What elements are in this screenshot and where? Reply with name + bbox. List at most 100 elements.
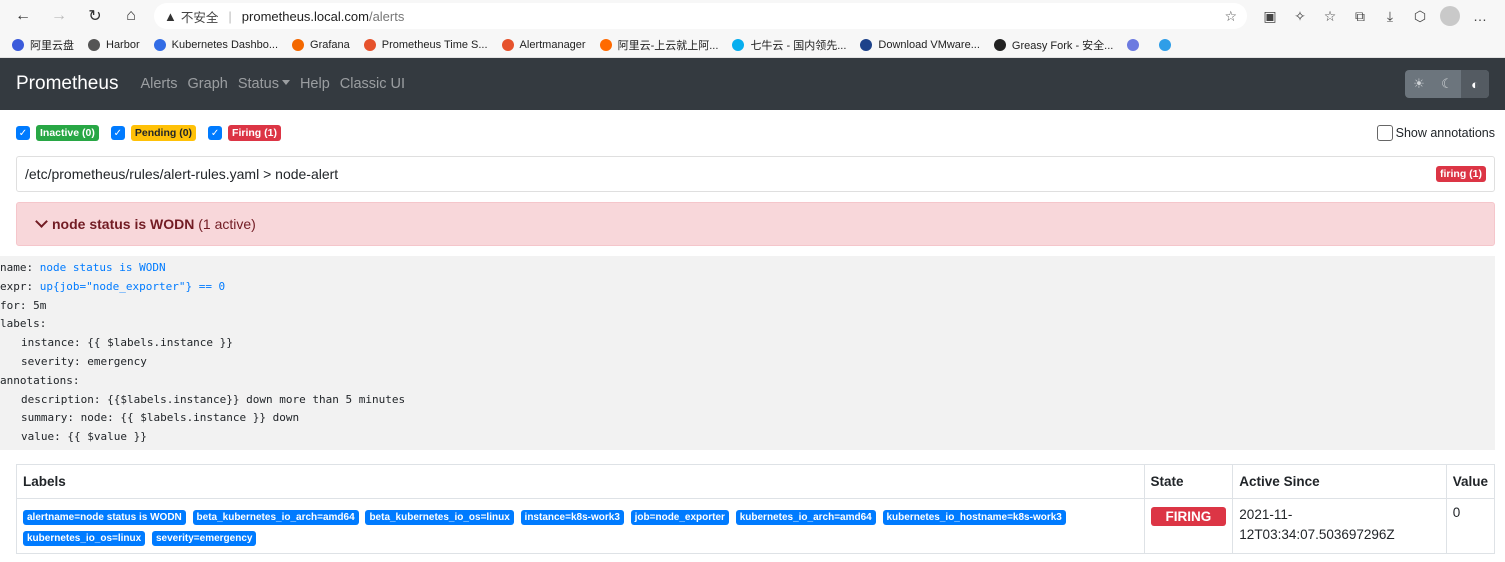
bookmark-favicon-icon (12, 38, 24, 51)
state-filters: ✓ Inactive (0) ✓ Pending (0) ✓ Firing (1… (16, 110, 1495, 156)
bookmark-item[interactable]: 阿里云-上云就上阿... (599, 37, 719, 53)
bookmark-item[interactable]: 阿里云盘 (12, 37, 74, 53)
show-annotations-toggle[interactable]: Show annotations (1376, 125, 1495, 141)
browser-toolbar: ← → ↻ ⌂ ▲ 不安全 | prometheus.local.com/ale… (0, 0, 1505, 32)
bookmark-item[interactable]: 七牛云 - 国内领先... (732, 37, 846, 53)
favorite-star-icon[interactable]: ☆ (1224, 8, 1237, 25)
table-header-row: Labels State Active Since Value (16, 463, 1496, 499)
header-state: State (1143, 463, 1234, 499)
nav-alerts[interactable]: Alerts (140, 76, 177, 92)
filter-pending[interactable]: ✓ Pending (0) (110, 125, 197, 141)
url-separator: | (228, 8, 232, 24)
alert-value-cell: 0 (1445, 497, 1496, 554)
alert-label-badge: beta_kubernetes_io_os=linux (365, 509, 514, 525)
bookmark-favicon-icon (88, 38, 100, 51)
alert-label-badge: severity=emergency (151, 530, 257, 546)
nav-graph[interactable]: Graph (188, 76, 228, 92)
bookmark-label: Grafana (310, 38, 350, 51)
alerts-page: ✓ Inactive (0) ✓ Pending (0) ✓ Firing (1… (0, 110, 1505, 554)
bookmark-item[interactable]: Grafana (292, 38, 350, 51)
inactive-badge: Inactive (0) (36, 125, 99, 141)
pending-badge: Pending (0) (130, 125, 197, 141)
bookmark-favicon-icon (501, 38, 514, 51)
bookmark-label: Harbor (106, 38, 140, 51)
active-alerts-table: Labels State Active Since Value alertnam… (16, 463, 1496, 554)
nav-status-dropdown[interactable]: Status (238, 76, 290, 92)
feedback-icon[interactable]: ⬡ (1405, 3, 1435, 29)
nav-status-label: Status (237, 76, 279, 92)
rule-group-firing-badge: firing (1) (1436, 166, 1486, 182)
more-menu-icon[interactable]: … (1465, 3, 1495, 29)
dark-theme-icon[interactable]: ☾ (1433, 70, 1461, 98)
download-icon[interactable]: ⤓ (1375, 3, 1405, 29)
bookmark-item[interactable]: Kubernetes Dashbo... (153, 38, 278, 51)
address-bar[interactable]: ▲ 不安全 | prometheus.local.com/alerts ☆ (154, 3, 1247, 29)
rule-annotations-line: annotations: (0, 373, 80, 387)
collections-icon[interactable]: ⧉ (1345, 3, 1375, 29)
show-annotations-checkbox[interactable] (1376, 125, 1393, 141)
bookmark-favicon-icon (860, 38, 873, 51)
bookmark-item[interactable]: Prometheus Time S... (363, 38, 488, 51)
nav-help[interactable]: Help (300, 76, 330, 92)
show-annotations-label: Show annotations (1395, 126, 1495, 140)
bookmark-favicon-icon (993, 38, 1006, 51)
brand-link[interactable]: Prometheus (16, 73, 118, 95)
header-value: Value (1445, 463, 1496, 499)
rule-expr-link[interactable]: up{job="node_exporter"} == 0 (40, 280, 225, 293)
home-icon[interactable]: ⌂ (118, 3, 144, 29)
alert-label-badge: instance=k8s-work3 (520, 509, 624, 525)
rule-expr-line: expr: up{job="node_exporter"} == 0 (0, 278, 1495, 297)
state-badge: FIRING (1150, 506, 1227, 526)
alert-label-badge: job=node_exporter (630, 509, 729, 525)
bookmark-item[interactable] (1159, 38, 1177, 51)
forward-icon[interactable]: → (46, 3, 72, 29)
chevron-down-icon (35, 215, 48, 228)
bookmark-item[interactable]: Greasy Fork - 安全... (993, 37, 1113, 53)
checkbox-checked-icon[interactable]: ✓ (110, 126, 125, 140)
url-host: prometheus.local.com (241, 8, 369, 24)
bookmark-favicon-icon (732, 38, 745, 51)
rule-group-header: /etc/prometheus/rules/alert-rules.yaml >… (16, 156, 1495, 192)
nav-classic-ui[interactable]: Classic UI (340, 76, 405, 92)
profile-avatar[interactable] (1435, 3, 1465, 29)
filter-firing[interactable]: ✓ Firing (1) (208, 125, 281, 141)
puzzle-icon[interactable]: ✧ (1285, 3, 1315, 29)
alert-label-badge: kubernetes_io_os=linux (23, 530, 146, 546)
rule-name-line: name: node status is WODN (0, 259, 1495, 278)
table-row: alertname=node status is WODN beta_kuber… (16, 497, 1496, 554)
checkbox-checked-icon[interactable]: ✓ (16, 126, 30, 140)
bookmark-favicon-icon (153, 38, 166, 51)
refresh-icon[interactable]: ↻ (82, 3, 108, 29)
bookmark-label: 阿里云-上云就上阿... (617, 39, 719, 52)
rule-definition: name: node status is WODN expr: up{job="… (0, 256, 1495, 450)
bookmark-item[interactable]: Alertmanager (501, 38, 586, 51)
url-path: /alerts (368, 8, 405, 24)
alert-label-badge: beta_kubernetes_io_arch=amd64 (192, 509, 359, 525)
light-theme-icon[interactable]: ☀ (1405, 70, 1433, 98)
favorites-icon[interactable]: ☆ (1315, 3, 1345, 29)
alert-label-badge: alertname=node status is WODN (23, 509, 186, 525)
alert-label-badge: kubernetes_io_hostname=k8s-work3 (882, 509, 1066, 525)
extension-icon[interactable]: ▣ (1255, 3, 1285, 29)
rule-label-instance: instance: {{ $labels.instance }} (21, 336, 233, 350)
bookmark-item[interactable]: Harbor (88, 38, 140, 51)
bookmark-favicon-icon (363, 38, 376, 51)
bookmark-item[interactable]: Download VMware... (860, 38, 980, 51)
back-icon[interactable]: ← (10, 3, 36, 29)
filter-inactive[interactable]: ✓ Inactive (0) (16, 125, 99, 141)
checkbox-checked-icon[interactable]: ✓ (208, 126, 223, 140)
bookmark-favicon-icon (1127, 38, 1140, 51)
auto-theme-icon[interactable]: ◐ (1461, 70, 1489, 98)
bookmark-label: 阿里云盘 (30, 39, 74, 52)
alert-rule-toggle[interactable]: node status is WODN (1 active) (16, 202, 1495, 246)
active-since-line2: 12T03:34:07.503697296Z (1239, 526, 1395, 542)
rule-annotation-value: value: {{ $value }} (21, 430, 147, 444)
header-active-since: Active Since (1232, 463, 1447, 499)
caret-down-icon (281, 80, 290, 85)
bookmark-item[interactable] (1127, 38, 1145, 51)
rule-name-link[interactable]: node status is WODN (40, 261, 166, 274)
bookmark-label: 七牛云 - 国内领先... (750, 39, 847, 52)
firing-badge: Firing (1) (228, 125, 281, 141)
rule-file-path: /etc/prometheus/rules/alert-rules.yaml >… (25, 166, 339, 182)
bookmarks-bar: 阿里云盘 Harbor Kubernetes Dashbo... Grafana Pro… (0, 32, 1505, 58)
